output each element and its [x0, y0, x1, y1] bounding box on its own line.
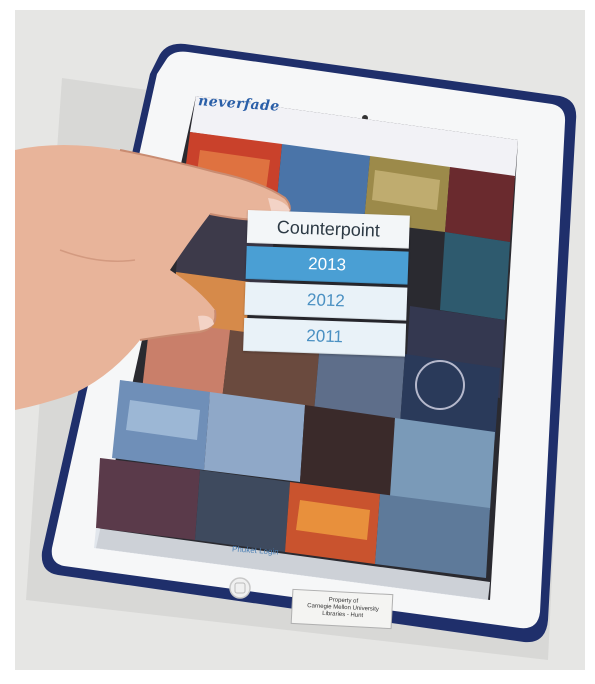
home-button[interactable]: [229, 577, 251, 599]
menu-item-2013[interactable]: 2013: [245, 245, 409, 285]
year-menu: Counterpoint 2013 2012 2011: [243, 210, 416, 366]
photo: neverfade Counterpoint 2013 2012 2011 Ph…: [0, 0, 595, 679]
menu-title: Counterpoint: [246, 210, 410, 249]
menu-item-2012[interactable]: 2012: [244, 281, 408, 321]
menu-item-2011[interactable]: 2011: [243, 317, 407, 357]
